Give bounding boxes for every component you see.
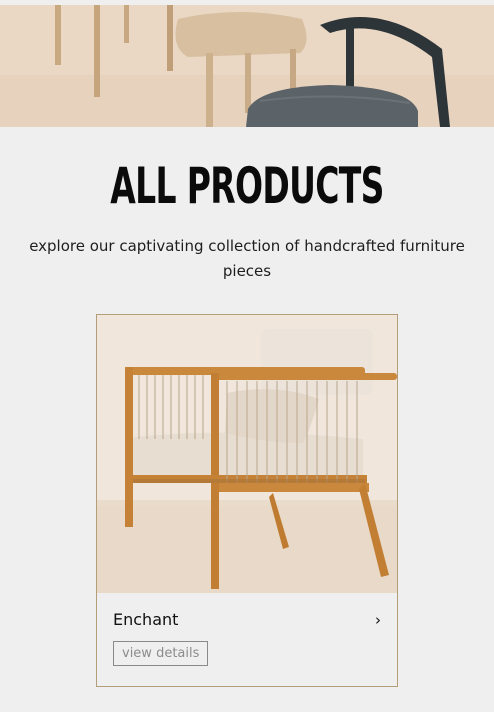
product-card[interactable]: Enchant › view details <box>96 314 398 687</box>
view-details-button[interactable]: view details <box>113 641 209 666</box>
page-subtitle: explore our captivating collection of ha… <box>29 237 465 280</box>
hero-chairs-image <box>0 5 494 127</box>
page-title: ALL PRODUCTS <box>110 157 384 215</box>
hero-banner <box>0 5 494 127</box>
chevron-right-icon[interactable]: › <box>375 611 381 629</box>
product-info-row: Enchant › <box>113 610 381 629</box>
armchair-image <box>97 315 397 593</box>
product-image[interactable] <box>97 315 397 593</box>
product-name[interactable]: Enchant <box>113 610 178 629</box>
